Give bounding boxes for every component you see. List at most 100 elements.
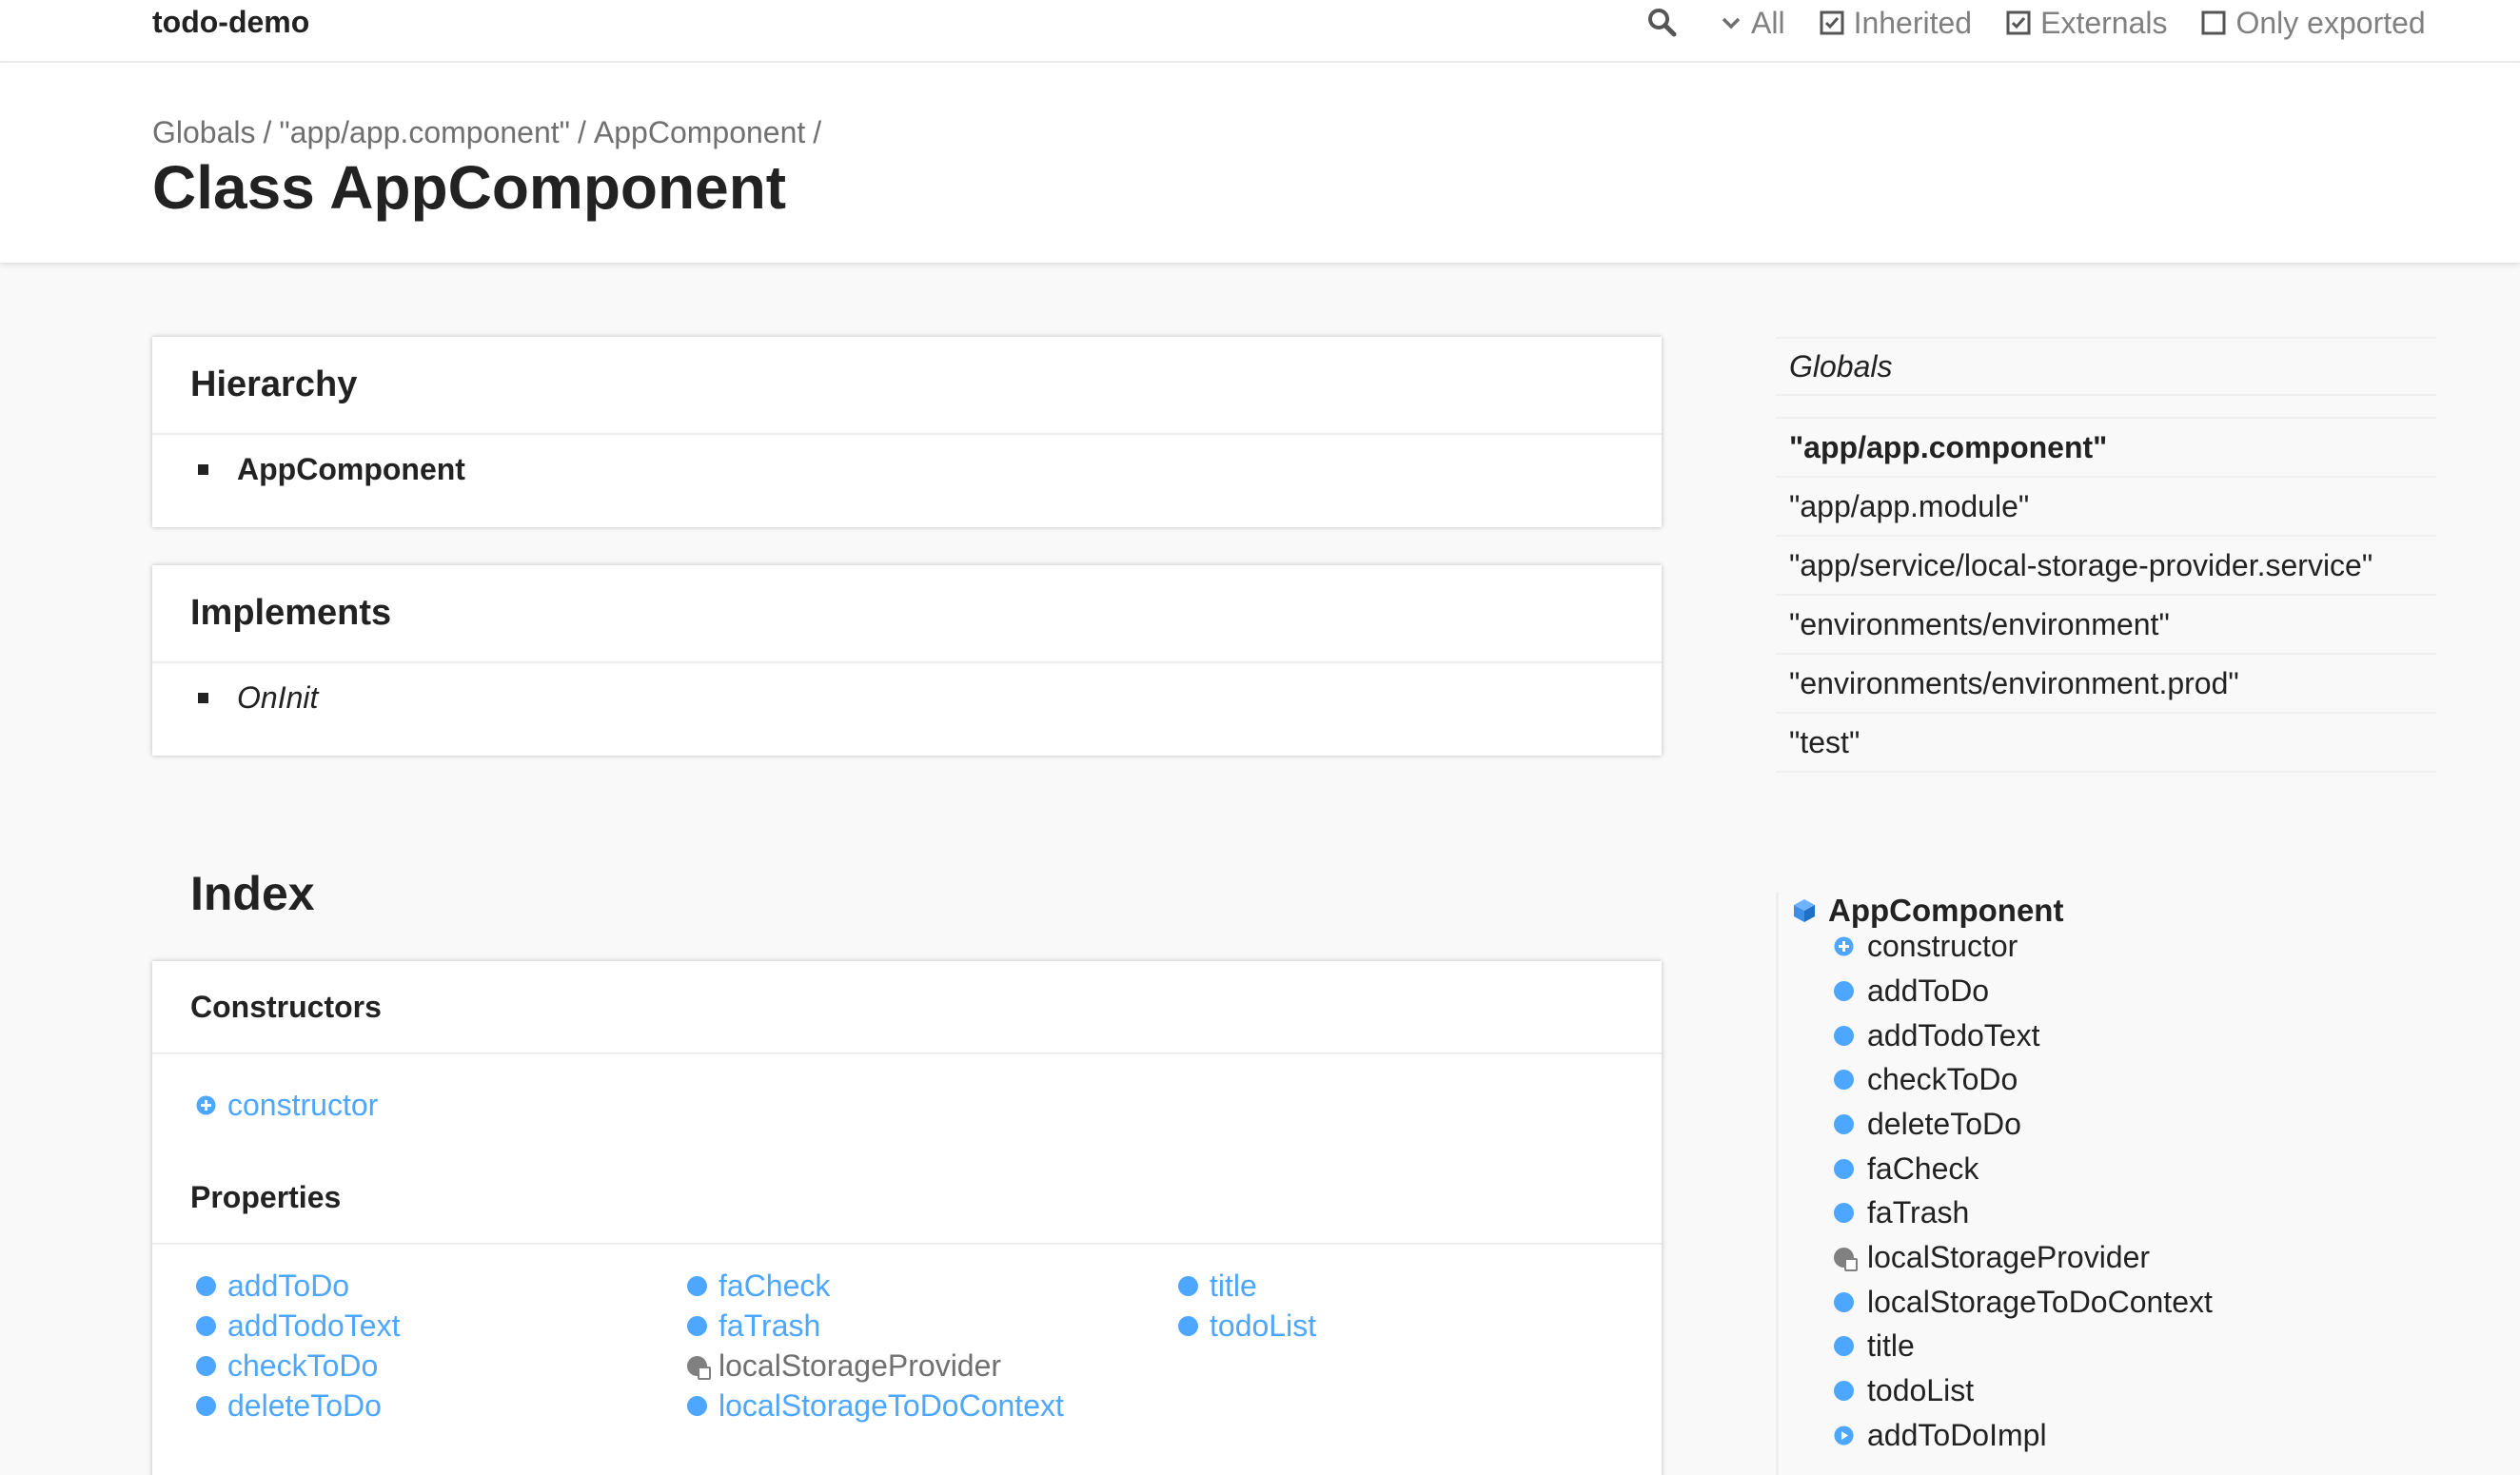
method-icon [1834,1426,1854,1446]
index-link-property[interactable]: addTodoText [196,1306,400,1346]
index-link-property[interactable]: title [1178,1266,1316,1306]
visibility-dropdown[interactable]: All [1721,6,1785,41]
index-link-label: faCheck [719,1268,831,1303]
member-nav-item-label: addToDo [1867,974,1990,1008]
index-title: Index [190,867,315,920]
member-nav-item[interactable]: faTrash [1834,1195,1969,1230]
member-nav-item[interactable]: todoList [1834,1373,1974,1408]
index-link-label: addTodoText [227,1308,401,1343]
member-nav-item[interactable]: addTodoText [1834,1018,2039,1053]
member-nav-item-label: localStorageToDoContext [1867,1285,2213,1319]
page-title: Class AppComponent [152,153,787,222]
property-icon [1834,1203,1854,1223]
only-exported-label: Only exported [2235,5,2426,40]
property-icon [1834,1114,1854,1134]
globals-nav-module[interactable]: "environments/environment" [1776,596,2436,655]
toolbar: todo-demo All Inherited Externals Only e… [0,0,2520,63]
member-nav-item[interactable]: title [1834,1328,1915,1364]
member-nav-item[interactable]: deleteToDo [1834,1107,2021,1142]
property-icon [687,1315,707,1336]
property-icon [1834,1070,1854,1090]
breadcrumb: Globals / "app/app.component" / AppComponent… [152,115,829,150]
properties-heading: Properties [152,1151,1662,1245]
globals-nav-heading[interactable]: Globals [1776,337,2436,396]
member-nav-item[interactable]: addToDo [1834,974,1989,1009]
globals-nav-module-current[interactable]: "app/app.component" [1776,419,2436,478]
private-property-icon [687,1355,711,1380]
index-link-property[interactable]: faCheck [687,1266,1064,1306]
member-nav-item[interactable]: localStorageToDoContext [1834,1285,2213,1320]
index-link-label: faTrash [719,1308,821,1343]
properties-column: addToDo addTodoText checkToDo deleteToDo [196,1266,400,1426]
globals-nav-module[interactable]: "app/service/local-storage-provider.serv… [1776,537,2436,596]
bullet-icon [198,464,208,475]
member-nav-item-label: title [1867,1328,1915,1363]
filter-bar: All Inherited Externals Only exported [1721,2,2426,44]
member-nav-item-label: faCheck [1867,1151,1979,1186]
index-link-property[interactable]: todoList [1178,1306,1316,1346]
app-title[interactable]: todo-demo [152,5,309,40]
implements-item: OnInit [198,680,1662,716]
hierarchy-list: AppComponent [152,435,1662,487]
implements-item-label: OnInit [237,680,319,715]
member-nav-item-label: addToDoImpl [1867,1418,2047,1452]
properties-column: title todoList [1178,1266,1316,1346]
index-link-property[interactable]: addToDo [196,1266,400,1306]
property-icon [196,1275,216,1296]
breadcrumb-separator: / [813,115,822,149]
index-link-label: addToDo [227,1268,350,1303]
constructor-icon [1834,936,1854,956]
property-icon [1834,981,1854,1001]
globals-nav: Globals "app/app.component" "app/app.mod… [1776,337,2436,773]
property-icon [196,1315,216,1336]
checkbox-checked-icon [1820,10,1844,35]
breadcrumb-globals[interactable]: Globals [152,115,256,149]
index-link-property[interactable]: localStorageToDoContext [687,1386,1064,1426]
constructors-heading: Constructors [152,961,1662,1054]
externals-checkbox[interactable]: Externals [2006,6,2167,41]
inherited-checkbox[interactable]: Inherited [1820,6,1972,41]
breadcrumb-class[interactable]: AppComponent [594,115,805,149]
breadcrumb-separator: / [578,115,586,149]
index-link-label: localStorageProvider [719,1347,1002,1383]
property-icon [196,1355,216,1376]
member-nav-item-constructor[interactable]: constructor [1834,929,2018,964]
title-band: Globals / "app/app.component" / AppComponent… [0,63,2520,263]
checkbox-checked-icon [2006,10,2031,35]
index-link-constructor[interactable]: constructor [196,1088,378,1123]
private-property-icon [1834,1248,1858,1271]
member-nav-item[interactable]: faCheck [1834,1151,1979,1187]
index-link-private-property[interactable]: localStorageProvider [687,1346,1064,1386]
implements-heading: Implements [152,565,1662,663]
member-nav-item-label: localStorageProvider [1867,1240,2151,1274]
only-exported-checkbox[interactable]: Only exported [2201,5,2426,41]
member-nav-item-label: deleteToDo [1867,1107,2021,1141]
index-link-label: checkToDo [227,1347,379,1383]
bullet-icon [198,693,208,703]
member-nav-class[interactable]: AppComponent [1792,893,2063,929]
property-icon [196,1395,216,1416]
globals-nav-module[interactable]: "test" [1776,714,2436,773]
index-link-property[interactable]: checkToDo [196,1346,400,1386]
globals-nav-module[interactable]: "app/app.module" [1776,478,2436,537]
property-icon [1834,1292,1854,1312]
property-icon [1834,1159,1854,1179]
breadcrumb-module[interactable]: "app/app.component" [279,115,570,149]
search-icon[interactable] [1646,7,1679,39]
index-link-property[interactable]: faTrash [687,1306,1064,1346]
implements-panel: Implements OnInit [152,565,1662,756]
globals-nav-module[interactable]: "environments/environment.prod" [1776,655,2436,714]
member-nav-item-method[interactable]: addToDoImpl [1834,1418,2047,1453]
property-icon [1834,1336,1854,1356]
member-nav-item[interactable]: checkToDo [1834,1062,2018,1097]
member-nav-item-label: constructor [1867,929,2018,963]
properties-column: faCheck faTrash localStorageProvider loc… [687,1266,1064,1426]
index-link-property[interactable]: deleteToDo [196,1386,400,1426]
member-nav-item-private[interactable]: localStorageProvider [1834,1240,2150,1275]
member-nav: AppComponent constructor addToDo addTodo… [1776,893,2436,1475]
property-icon [1834,1026,1854,1046]
property-icon [1178,1315,1198,1336]
member-nav-item-label: todoList [1867,1373,1975,1407]
externals-label: Externals [2040,5,2168,40]
constructor-icon [196,1095,216,1115]
